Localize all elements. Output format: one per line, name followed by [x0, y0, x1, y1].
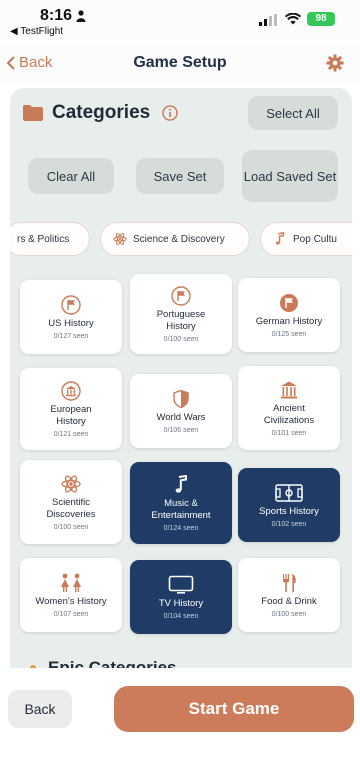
category-card-world-wars[interactable]: World Wars 0/106 seen: [130, 374, 232, 448]
page-title: Game Setup: [133, 54, 227, 71]
card-title: Ancient Civilizations: [263, 402, 315, 426]
battery-indicator: 98: [307, 12, 335, 26]
card-seen-count: 0/100 seen: [53, 523, 89, 531]
nav-bar: Back Game Setup: [0, 44, 360, 84]
card-seen-count: 0/100 seen: [271, 610, 307, 618]
card-seen-count: 0/102 seen: [271, 520, 307, 528]
category-card-music-entertainment[interactable]: Music & Entertainment 0/124 seen: [130, 462, 232, 544]
soccer-field-icon: [275, 483, 303, 502]
status-time: 8:16: [40, 7, 73, 24]
category-card-portuguese-history[interactable]: Portuguese History 0/100 seen: [130, 274, 232, 354]
music-note-icon: [175, 474, 187, 493]
card-title: Women's History: [35, 595, 107, 607]
card-seen-count: 0/100 seen: [163, 335, 199, 343]
atom-icon: [61, 474, 81, 493]
music-note-icon: [275, 232, 285, 245]
card-title: Portuguese History: [156, 308, 206, 332]
women-icon: [61, 573, 81, 592]
chevron-left-icon: [6, 55, 15, 70]
card-title: Food & Drink: [261, 595, 317, 607]
card-title: European History: [50, 403, 92, 427]
clear-all-button[interactable]: Clear All: [28, 158, 114, 194]
back-to-app-link[interactable]: ◀ TestFlight: [10, 26, 63, 37]
category-card-womens-history[interactable]: Women's History 0/107 seen: [20, 558, 122, 632]
card-title: US History: [48, 317, 94, 329]
shield-icon: [173, 389, 189, 408]
category-card-scientific-discoveries[interactable]: Scientific Discoveries 0/100 seen: [20, 460, 122, 544]
card-seen-count: 0/124 seen: [163, 524, 199, 532]
wifi-icon: [285, 13, 301, 25]
tv-icon: [168, 575, 194, 594]
card-seen-count: 0/101 seen: [271, 429, 307, 437]
card-title: Scientific Discoveries: [46, 496, 96, 520]
card-title: World Wars: [156, 411, 206, 423]
flag-icon: [61, 294, 81, 315]
card-seen-count: 0/107 seen: [53, 610, 89, 618]
categories-title: Categories: [52, 102, 151, 123]
nav-back-button[interactable]: Back: [6, 54, 52, 71]
categories-header: Categories: [22, 102, 178, 124]
nav-back-label: Back: [19, 54, 53, 71]
chip-science-discovery[interactable]: Science & Discovery: [100, 222, 250, 256]
card-title: Music & Entertainment: [151, 497, 211, 521]
category-card-ancient-civilizations[interactable]: Ancient Civilizations 0/101 seen: [238, 366, 340, 450]
atom-icon: [113, 233, 127, 245]
chip-pop-culture[interactable]: Pop Cultu: [260, 222, 352, 256]
flag-icon: [171, 285, 191, 306]
folder-icon: [23, 105, 43, 121]
flag-icon: [280, 293, 298, 312]
card-seen-count: 0/125 seen: [271, 330, 307, 338]
card-title: Sports History: [259, 505, 319, 517]
card-title: German History: [255, 315, 323, 327]
status-bar: 8:16 ◀ TestFlight 98: [0, 0, 360, 40]
category-card-food-drink[interactable]: Food & Drink 0/100 seen: [238, 558, 340, 632]
person-icon: [76, 10, 86, 22]
card-seen-count: 0/121 seen: [53, 430, 89, 438]
bottom-action-bar: Back Start Game: [0, 668, 360, 778]
chip-label: rs & Politics: [17, 233, 70, 245]
info-icon[interactable]: [162, 105, 178, 121]
category-card-us-history[interactable]: US History 0/127 seen: [20, 280, 122, 354]
signal-icon: [259, 14, 277, 26]
select-all-button[interactable]: Select All: [248, 96, 338, 130]
fork-knife-icon: [283, 573, 296, 592]
card-seen-count: 0/106 seen: [163, 426, 199, 434]
category-card-sports-history[interactable]: Sports History 0/102 seen: [238, 468, 340, 542]
card-seen-count: 0/127 seen: [53, 332, 89, 340]
load-saved-set-button[interactable]: Load Saved Set: [242, 150, 338, 202]
back-button[interactable]: Back: [8, 690, 72, 728]
card-title: TV History: [158, 597, 204, 609]
start-game-button[interactable]: Start Game: [114, 686, 354, 732]
chip-label: Pop Cultu: [293, 233, 337, 245]
chip-label: Science & Discovery: [133, 233, 225, 245]
bank-icon: [61, 380, 81, 401]
category-card-european-history[interactable]: European History 0/121 seen: [20, 368, 122, 450]
category-card-tv-history[interactable]: TV History 0/104 seen: [130, 560, 232, 634]
columns-icon: [281, 381, 297, 398]
categories-panel: Categories Select All Clear All Save Set…: [10, 88, 352, 688]
chip-politics[interactable]: rs & Politics: [10, 222, 90, 256]
save-set-button[interactable]: Save Set: [136, 158, 224, 194]
card-seen-count: 0/104 seen: [163, 612, 199, 620]
gear-icon[interactable]: [326, 54, 344, 72]
category-card-german-history[interactable]: German History 0/125 seen: [238, 278, 340, 352]
